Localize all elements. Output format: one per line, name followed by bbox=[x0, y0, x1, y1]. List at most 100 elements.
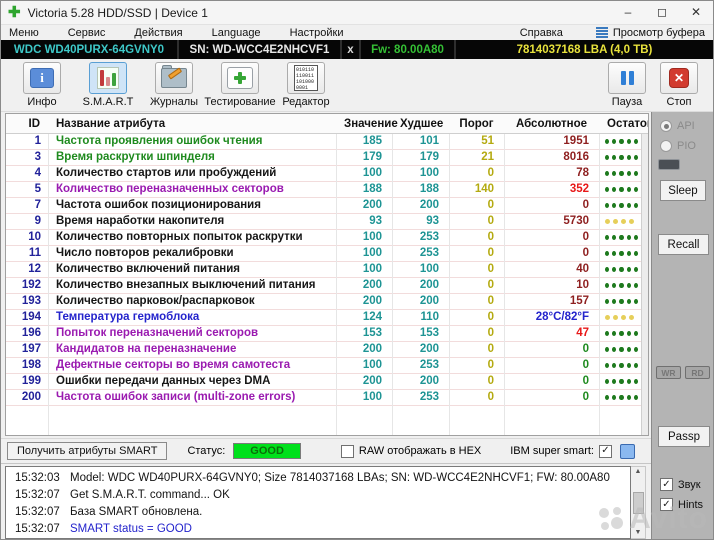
testing-button[interactable]: Тестирование bbox=[204, 62, 276, 108]
api-radio-circle[interactable] bbox=[660, 120, 672, 132]
header-absolute[interactable]: Абсолютное bbox=[504, 114, 599, 134]
table-row[interactable]: 3 Время раскрутки шпинделя 179 179 21 8016 bbox=[6, 150, 648, 166]
hints-checkbox-box[interactable]: ✓ bbox=[660, 498, 673, 511]
health-dot-icon bbox=[633, 187, 639, 192]
attr-absolute-cell: 0 bbox=[582, 231, 589, 243]
journals-button[interactable]: Журналы bbox=[141, 62, 207, 108]
health-dot-icon bbox=[626, 331, 631, 336]
maximize-button[interactable]: ◻ bbox=[645, 1, 679, 24]
smart-button[interactable]: S.M.A.R.T bbox=[75, 62, 141, 108]
table-row[interactable]: 198 Дефектные секторы во время самотеста 1… bbox=[6, 358, 648, 374]
header-id[interactable]: ID bbox=[6, 114, 48, 134]
attr-worst-cell: 200 bbox=[419, 375, 439, 387]
buffer-view-button[interactable]: Просмотр буфера bbox=[595, 26, 705, 39]
health-dot-icon bbox=[619, 283, 624, 288]
scroll-down-icon[interactable]: ▼ bbox=[635, 529, 642, 537]
header-attribute-name[interactable]: Название атрибута bbox=[48, 114, 336, 134]
scroll-up-icon[interactable]: ▲ bbox=[635, 468, 642, 476]
ibm-super-smart-checkbox[interactable]: IBM super smart: ✓ bbox=[510, 444, 612, 458]
recall-button[interactable]: Recall bbox=[658, 234, 709, 255]
hints-checkbox-label: Hints bbox=[678, 498, 704, 511]
pio-radio-circle[interactable] bbox=[660, 140, 672, 152]
attr-name-cell: Время наработки накопителя bbox=[56, 215, 225, 227]
menu-item-actions[interactable]: Действия bbox=[134, 27, 182, 39]
table-row[interactable]: 1 Частота проявления ошибок чтения 185 101 5… bbox=[6, 134, 648, 150]
table-row[interactable]: 197 Кандидатов на переназначение 200 200 0 0 bbox=[6, 342, 648, 358]
attr-id-cell: 197 bbox=[21, 343, 41, 355]
attr-absolute-cell: 5730 bbox=[563, 215, 589, 227]
raw-hex-checkbox[interactable]: RAW отображать в HEX bbox=[340, 444, 482, 458]
table-row[interactable]: 7 Частота ошибок позиционирования 200 200 0 0 bbox=[6, 198, 648, 214]
health-dot-icon bbox=[626, 235, 631, 240]
table-row[interactable]: 4 Количество стартов или пробуждений 100 10… bbox=[6, 166, 648, 182]
table-row[interactable]: 192 Количество внезапных выключений питан… bbox=[6, 278, 648, 294]
header-value[interactable]: Значение bbox=[336, 114, 398, 134]
health-dot-icon bbox=[633, 203, 639, 208]
table-row[interactable]: 193 Количество парковок/распарковок 200 200… bbox=[6, 294, 648, 310]
attr-name-cell: Ошибки передачи данных через DMA bbox=[56, 375, 271, 387]
table-row[interactable]: 5 Количество переназначенных секторов 188 1… bbox=[6, 182, 648, 198]
minimize-button[interactable]: – bbox=[611, 1, 645, 24]
table-row[interactable]: 12 Количество включений питания 100 100 0 40 bbox=[6, 262, 648, 278]
menu-bar: Меню Сервис Действия Language Настройки … bbox=[1, 25, 713, 40]
wr-button[interactable]: WR bbox=[656, 366, 681, 379]
table-row[interactable]: 11 Число повторов рекалибровки 100 253 0 0 bbox=[6, 246, 648, 262]
health-dot-icon bbox=[605, 267, 610, 272]
sound-checkbox[interactable]: ✓ Звук bbox=[660, 478, 701, 491]
attr-value-cell: 100 bbox=[362, 263, 382, 275]
table-scrollbar[interactable] bbox=[641, 134, 648, 436]
menu-item-language[interactable]: Language bbox=[212, 27, 261, 39]
header-threshold[interactable]: Порог bbox=[449, 114, 504, 134]
table-row[interactable]: 194 Температура гермоблока 124 110 0 28°C/82°… bbox=[6, 310, 648, 326]
scrollbar-thumb[interactable] bbox=[632, 491, 644, 514]
ibm-super-smart-checkbox-box[interactable]: ✓ bbox=[599, 444, 612, 458]
smart-color-indicator[interactable] bbox=[620, 443, 635, 459]
attr-worst-cell: 253 bbox=[419, 359, 439, 371]
health-dot-icon bbox=[633, 267, 639, 272]
table-row[interactable]: 10 Количество повторных попыток раскрутки… bbox=[6, 230, 648, 246]
menu-item-menu[interactable]: Меню bbox=[9, 27, 39, 39]
health-dot-icon bbox=[626, 155, 631, 160]
table-row[interactable]: 196 Попыток переназначений секторов 153 153… bbox=[6, 326, 648, 342]
sound-checkbox-label: Звук bbox=[678, 478, 701, 491]
menu-item-settings[interactable]: Настройки bbox=[290, 27, 344, 39]
hints-checkbox[interactable]: ✓ Hints bbox=[660, 498, 703, 511]
attr-threshold-cell: 0 bbox=[487, 279, 494, 291]
health-dots bbox=[599, 214, 641, 229]
sleep-button[interactable]: Sleep bbox=[660, 180, 706, 201]
rd-button[interactable]: RD bbox=[685, 366, 710, 379]
editor-button[interactable]: 010110 110011 101000 0001 Редактор bbox=[273, 62, 339, 108]
raw-hex-label: RAW отображать в HEX bbox=[358, 445, 482, 458]
get-smart-attributes-button[interactable]: Получить атрибуты SMART bbox=[7, 442, 168, 461]
info-button[interactable]: i Инфо bbox=[9, 62, 75, 108]
attr-absolute-cell: 8016 bbox=[563, 151, 589, 163]
log-scrollbar[interactable]: ▲ ▼ bbox=[631, 466, 646, 539]
stop-button-label: Стоп bbox=[666, 96, 692, 108]
attr-absolute-cell: 47 bbox=[576, 327, 589, 339]
passp-button[interactable]: Passp bbox=[658, 426, 710, 447]
journals-folder-icon bbox=[161, 65, 187, 88]
stop-button[interactable]: ✕ Стоп bbox=[653, 62, 705, 108]
table-row[interactable]: 199 Ошибки передачи данных через DMA 200 20… bbox=[6, 374, 648, 390]
health-dots bbox=[599, 182, 641, 197]
pause-button[interactable]: Пауза bbox=[601, 62, 653, 108]
pio-radio[interactable]: PIO bbox=[660, 140, 696, 152]
attr-value-cell: 185 bbox=[362, 135, 382, 147]
attr-value-cell: 100 bbox=[362, 231, 382, 243]
header-worst[interactable]: Худшее bbox=[392, 114, 449, 134]
health-dot-icon bbox=[619, 395, 624, 400]
pio-radio-label: PIO bbox=[677, 140, 696, 152]
health-dot-icon bbox=[605, 219, 610, 224]
header-remaining[interactable]: Остаток bbox=[599, 114, 648, 134]
close-button[interactable]: ✕ bbox=[679, 1, 713, 24]
health-dot-icon bbox=[612, 363, 617, 368]
menu-item-service[interactable]: Сервис bbox=[68, 27, 106, 39]
log-entry: 15:32:03 Model: WDC WD40PURX-64GVNY0; Siz… bbox=[6, 470, 630, 487]
raw-hex-checkbox-box[interactable] bbox=[340, 444, 354, 458]
attr-id-cell: 3 bbox=[34, 151, 41, 163]
menu-item-help[interactable]: Справка bbox=[520, 27, 563, 39]
table-row[interactable]: 9 Время наработки накопителя 93 93 0 5730 bbox=[6, 214, 648, 230]
api-radio[interactable]: API bbox=[660, 120, 695, 132]
sound-checkbox-box[interactable]: ✓ bbox=[660, 478, 673, 491]
table-row[interactable]: 200 Частота ошибок записи (multi-zone err… bbox=[6, 390, 648, 406]
